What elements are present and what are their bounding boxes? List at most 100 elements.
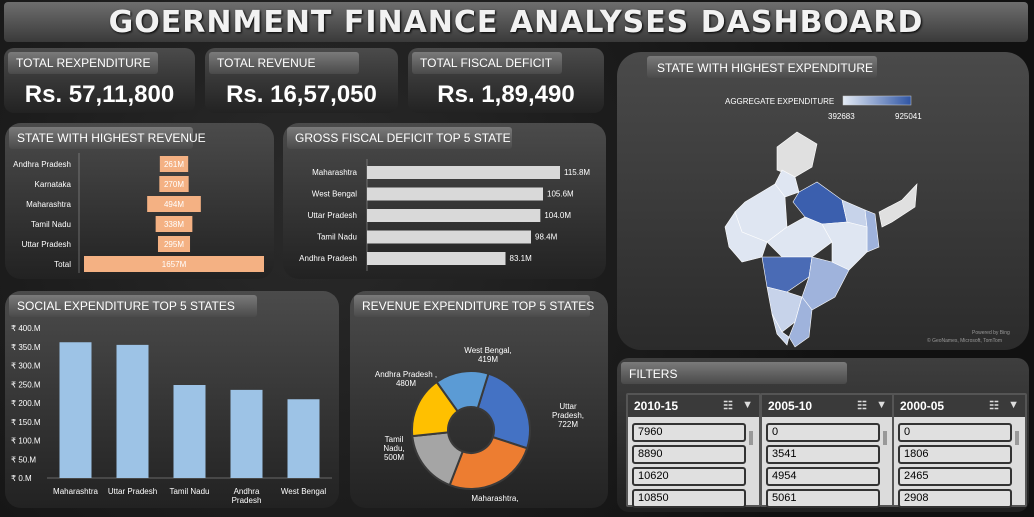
social-category-label: Andhra xyxy=(234,487,260,496)
revexp-data-label: 480M xyxy=(396,379,416,388)
revenue-category-label: Andhra Pradesh xyxy=(13,160,71,169)
slicer-item[interactable]: 2908 xyxy=(898,489,1012,508)
deficit-category-label: West Bengal xyxy=(312,190,357,199)
slicer-2010-15[interactable]: 2010-15 ☷ ▼ 7960 8890 10620 10850 xyxy=(626,393,761,508)
slicer-item[interactable]: 8890 xyxy=(632,445,746,464)
deficit-chart-card: GROSS FISCAL DEFICIT TOP 5 STATE Maharas… xyxy=(283,123,606,279)
slicer-item[interactable]: 0 xyxy=(766,423,880,442)
revexp-data-label: Pradesh, xyxy=(552,411,584,420)
revenue-data-label: 1657M xyxy=(162,260,187,269)
state-maharashtra xyxy=(761,256,813,293)
kpi-total-expenditure: TOTAL REXPENDITURE Rs. 57,11,800 xyxy=(4,48,195,113)
revexp-data-label: Uttar xyxy=(559,402,577,411)
slicer-scrollbar[interactable] xyxy=(1015,431,1019,445)
social-ytick-label: ₹ 350.M xyxy=(11,343,41,352)
social-ytick-label: ₹ 250.M xyxy=(11,380,41,389)
filters-title: FILTERS xyxy=(621,362,847,384)
revexp-data-label: West Bengal, xyxy=(464,346,511,355)
social-bar xyxy=(287,399,320,478)
deficit-chart: Maharashtra 115.8M West Bengal 105.6M Uttar … xyxy=(299,159,590,271)
revenue-category-label: Maharashtra xyxy=(26,200,71,209)
dashboard-title: GOERNMENT FINANCE ANALYSES DASHBOARD xyxy=(108,4,924,40)
slicer-item[interactable]: 3541 xyxy=(766,445,880,464)
revexp-data-label: Nadu, xyxy=(383,444,404,453)
social-bar xyxy=(230,389,263,478)
india-map[interactable]: AGGREGATE EXPENDITURE 392683 925041 Powe… xyxy=(617,52,1029,350)
clear-filter-icon[interactable]: ▼ xyxy=(742,399,753,411)
clear-filter-icon[interactable]: ▼ xyxy=(1008,399,1019,411)
kpi-value: Rs. 16,57,050 xyxy=(226,81,377,108)
revenue-category-label: Karnataka xyxy=(35,180,72,189)
social-ytick-label: ₹ 300.M xyxy=(11,362,41,371)
revenue-category-label: Tamil Nadu xyxy=(31,220,71,229)
social-category-label: Tamil Nadu xyxy=(169,487,209,496)
slicer-item[interactable]: 2465 xyxy=(898,467,1012,486)
social-category-label: Pradesh xyxy=(232,496,262,505)
kpi-total-revenue: TOTAL REVENUE Rs. 16,57,050 xyxy=(205,48,398,113)
revenue-chart: Andhra Pradesh 261M Karnataka 270M Maharasht… xyxy=(13,153,264,273)
slicer-header-label: 2010-15 xyxy=(634,399,679,413)
social-chart: ₹ 0.M ₹ 50.M ₹ 100.M ₹ 150.M ₹ 200.M ₹ 250.M ₹… xyxy=(11,324,332,505)
revenue-category-label: Total xyxy=(54,260,71,269)
revexp-data-label: Tamil xyxy=(385,435,404,444)
slicer-2005-10[interactable]: 2005-10 ☷ ▼ 0 3541 4954 5061 xyxy=(760,393,895,508)
deficit-bar xyxy=(367,209,541,222)
social-bar xyxy=(59,342,92,478)
revexp-data-label: 500M xyxy=(384,453,404,462)
social-ytick-label: ₹ 100.M xyxy=(11,437,41,446)
slicer-scrollbar[interactable] xyxy=(749,431,753,445)
revenue-data-label: 295M xyxy=(164,240,184,249)
social-ytick-label: ₹ 150.M xyxy=(11,418,41,427)
slicer-header: 2005-10 ☷ ▼ xyxy=(762,395,893,417)
social-ytick-label: ₹ 200.M xyxy=(11,399,41,408)
slicer-header-label: 2005-10 xyxy=(768,399,813,413)
slicer-item[interactable]: 7960 xyxy=(632,423,746,442)
social-chart-card: SOCIAL EXPENDITURE TOP 5 STATES ₹ 0.M ₹ 5… xyxy=(5,291,339,508)
revenue-chart-card: STATE WITH HIGHEST REVENUE Andhra Prades… xyxy=(5,123,274,279)
deficit-bar xyxy=(367,187,543,201)
multi-select-icon[interactable]: ☷ xyxy=(989,399,999,412)
map-card: STATE WITH HIGHEST EXPENDITURE AGGREGATE… xyxy=(617,52,1029,350)
social-category-label: Maharashtra xyxy=(53,487,98,496)
revexp-data-label: 419M xyxy=(478,355,498,364)
slicer-item[interactable]: 10620 xyxy=(632,467,746,486)
social-category-label: West Bengal xyxy=(281,487,326,496)
map-legend-label: AGGREGATE EXPENDITURE xyxy=(725,97,834,106)
revenue-data-label: 494M xyxy=(164,200,184,209)
deficit-category-label: Tamil Nadu xyxy=(317,233,357,242)
clear-filter-icon[interactable]: ▼ xyxy=(876,399,887,411)
deficit-data-label: 104.0M xyxy=(544,211,571,220)
revexp-data-label: 722M xyxy=(558,420,578,429)
slicer-header: 2000-05 ☷ ▼ xyxy=(894,395,1025,417)
deficit-category-label: Andhra Pradesh xyxy=(299,254,357,263)
deficit-bar xyxy=(367,230,531,244)
slicer-scrollbar[interactable] xyxy=(883,431,887,445)
kpi-label: TOTAL REXPENDITURE xyxy=(8,52,158,74)
map-attribution: Powered by Bing xyxy=(972,330,1010,336)
revenue-data-label: 261M xyxy=(164,160,184,169)
deficit-bar xyxy=(367,252,506,265)
map-legend-min: 392683 xyxy=(828,112,855,121)
deficit-data-label: 98.4M xyxy=(535,233,558,242)
map-states xyxy=(724,131,918,348)
kpi-label: TOTAL REVENUE xyxy=(209,52,359,74)
multi-select-icon[interactable]: ☷ xyxy=(723,399,733,412)
slicer-item[interactable]: 4954 xyxy=(766,467,880,486)
revexp-slice xyxy=(448,435,529,490)
deficit-bar xyxy=(367,166,560,179)
map-attribution: © GeoNames, Microsoft, TomTom xyxy=(927,337,1002,344)
deficit-category-label: Uttar Pradesh xyxy=(308,211,357,220)
deficit-data-label: 105.6M xyxy=(547,190,574,199)
slicer-2000-05[interactable]: 2000-05 ☷ ▼ 0 1806 2465 2908 xyxy=(892,393,1027,508)
slicer-item[interactable]: 10850 xyxy=(632,489,746,508)
multi-select-icon[interactable]: ☷ xyxy=(857,399,867,412)
slicer-item[interactable]: 1806 xyxy=(898,445,1012,464)
slicer-item[interactable]: 0 xyxy=(898,423,1012,442)
social-ytick-label: ₹ 50.M xyxy=(11,455,36,464)
kpi-value: Rs. 57,11,800 xyxy=(24,81,175,108)
map-legend-max: 925041 xyxy=(895,112,922,121)
revexp-data-label: Maharashtra, xyxy=(471,494,518,503)
slicer-item[interactable]: 5061 xyxy=(766,489,880,508)
deficit-category-label: Maharashtra xyxy=(312,168,357,177)
kpi-total-fiscal-deficit: TOTAL FISCAL DEFICIT Rs. 1,89,490 xyxy=(408,48,604,113)
